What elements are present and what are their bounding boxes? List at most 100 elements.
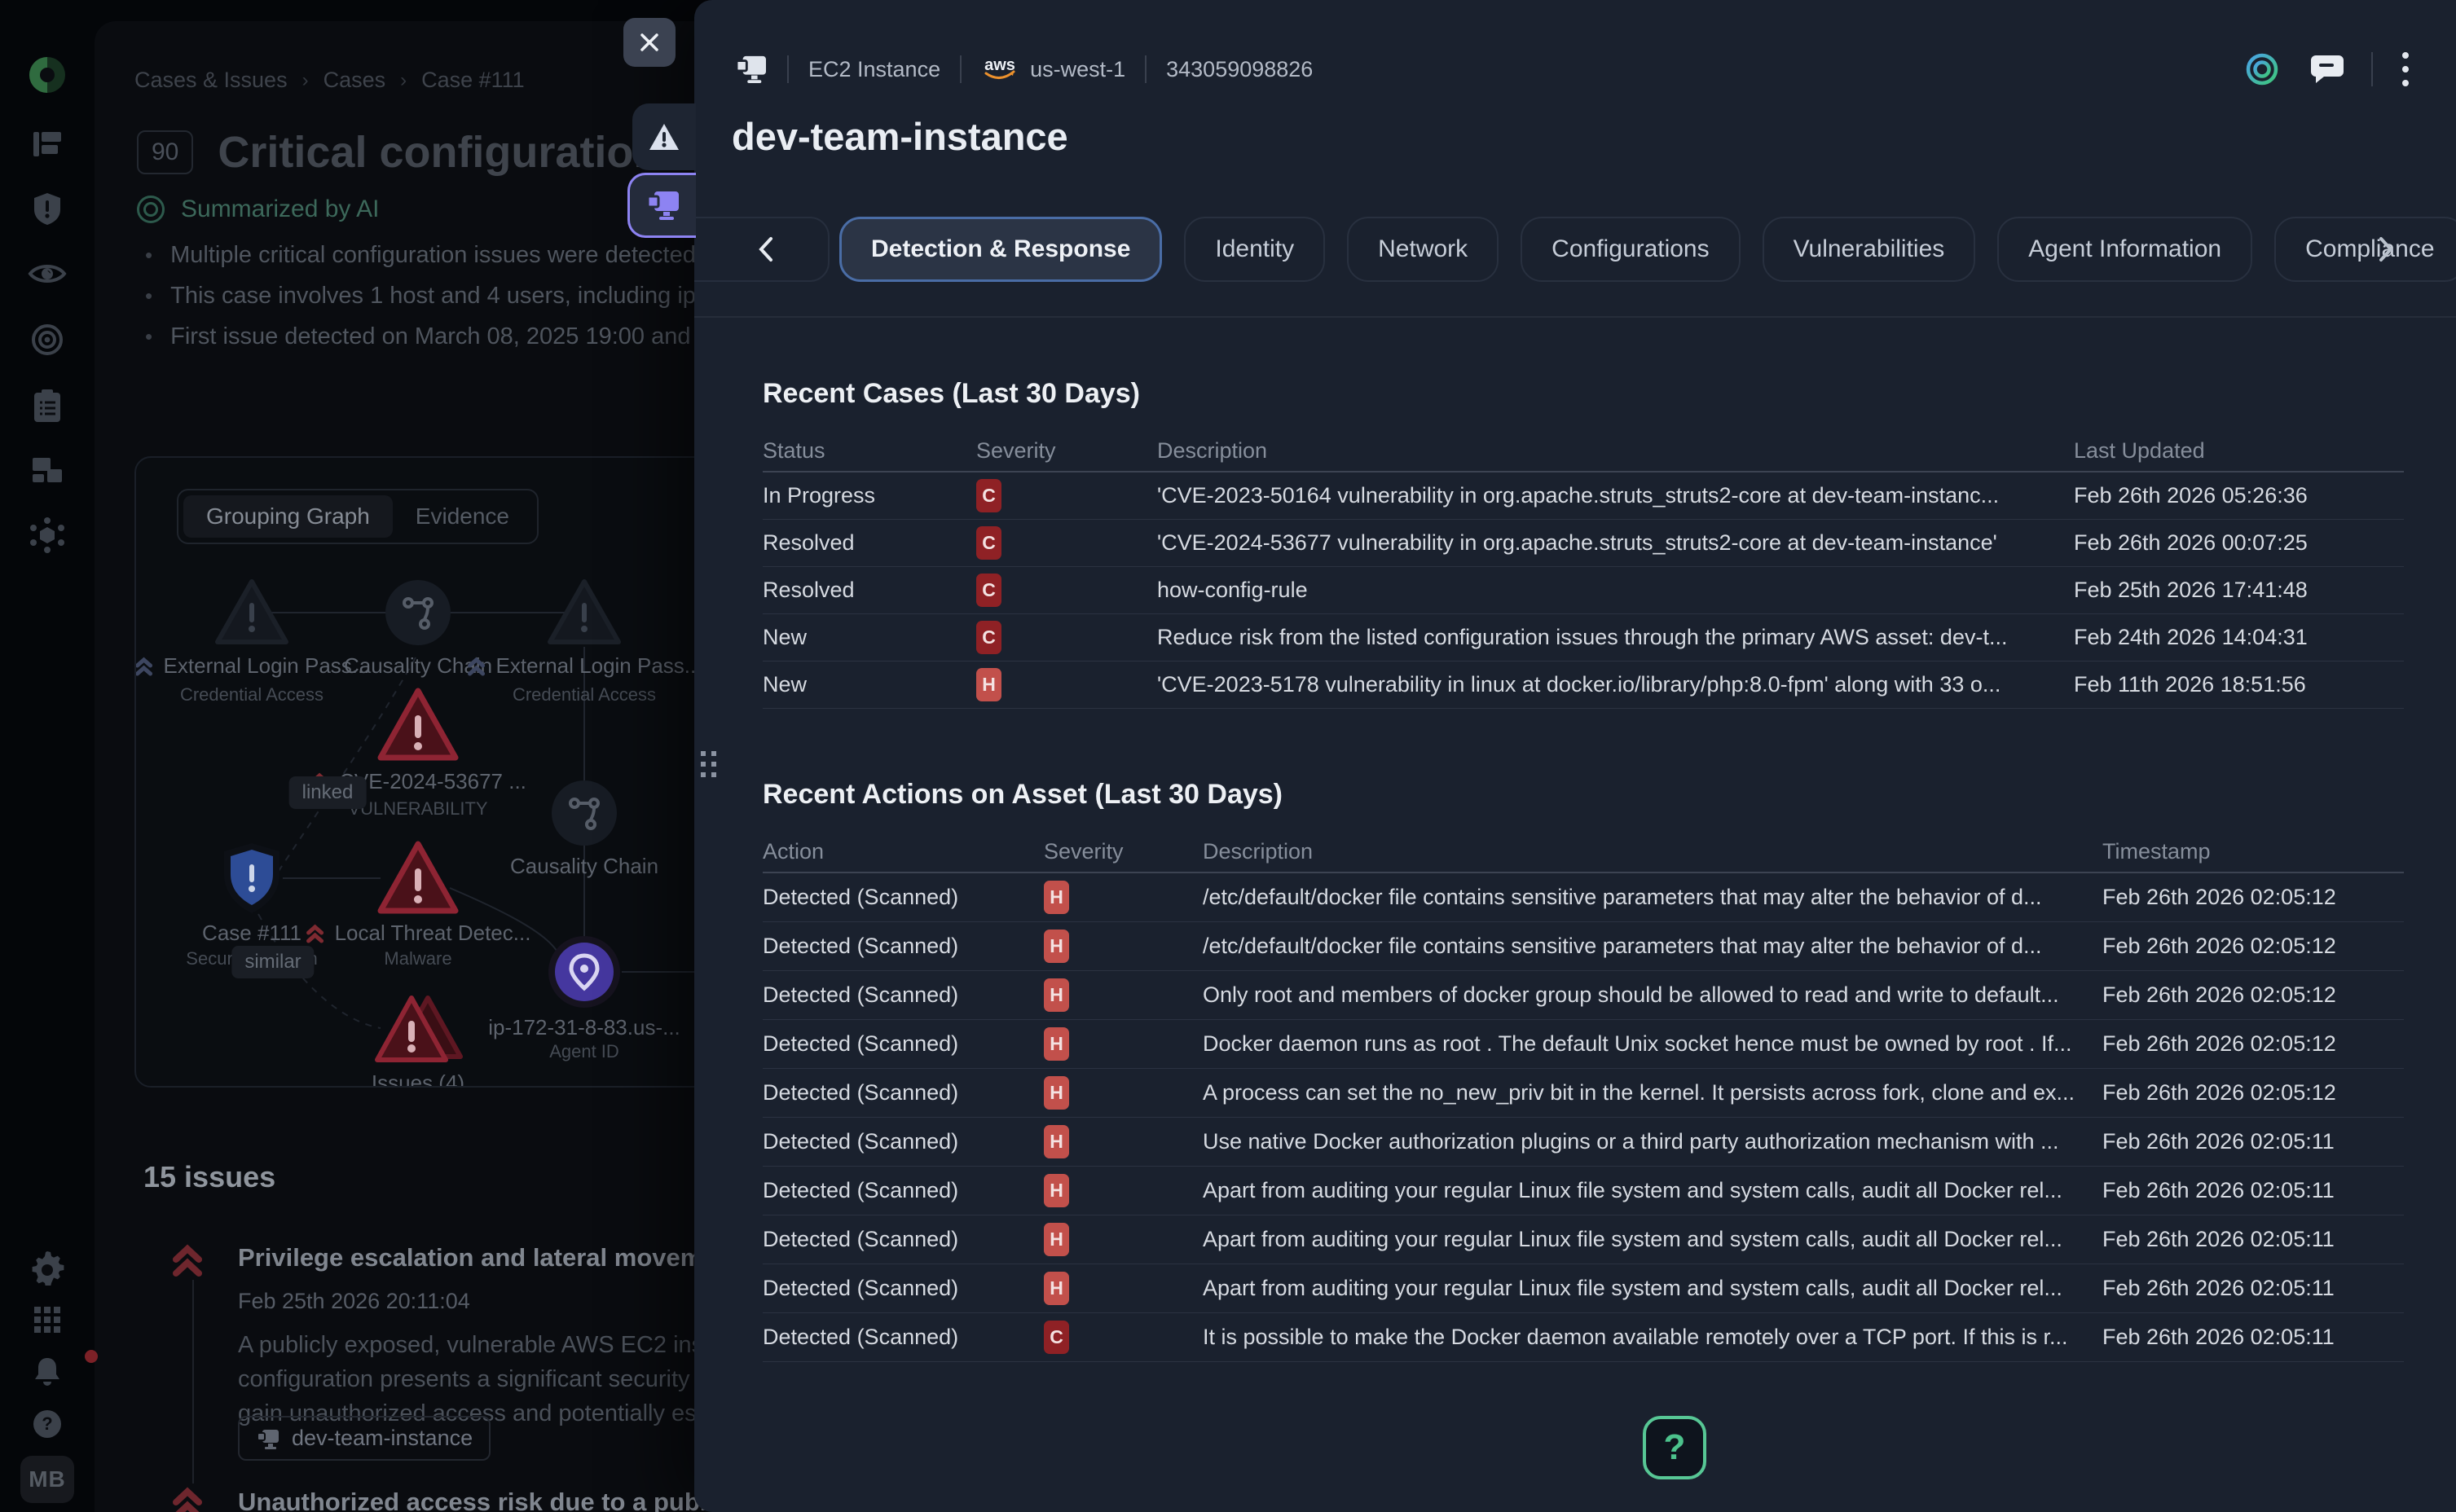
severity-cell: H	[1044, 1174, 1203, 1207]
asset-meta-header: EC2 Instance aws us-west-1 343059098826	[735, 47, 1313, 91]
description-cell: 'CVE-2024-53677 vulnerability in org.apa…	[1157, 530, 2074, 556]
graph-node-label: ip-172-31-8-83.us-...	[488, 1015, 680, 1040]
graph-node-malware[interactable]	[372, 837, 464, 919]
breadcrumb-cases-issues[interactable]: Cases & Issues	[134, 68, 288, 93]
tab-vulnerabilities[interactable]: Vulnerabilities	[1763, 217, 1976, 282]
graph-node-alert[interactable]	[542, 575, 627, 650]
graph-node-causality[interactable]	[382, 577, 454, 648]
graph-node-sublabel: VULNERABILITY	[348, 798, 487, 820]
sidebar-item-visibility[interactable]	[28, 261, 67, 287]
app-logo[interactable]	[25, 53, 69, 97]
tabs-scroll-right-button[interactable]	[2361, 217, 2410, 282]
case-shield-icon	[218, 840, 286, 916]
table-header-row: StatusSeverityDescriptionLast Updated	[763, 430, 2404, 472]
attack-surface-icon	[29, 516, 66, 554]
table-row[interactable]: Detected (Scanned)HDocker daemon runs as…	[763, 1020, 2404, 1069]
table-row[interactable]: Detected (Scanned)HApart from auditing y…	[763, 1167, 2404, 1215]
tab-identity[interactable]: Identity	[1184, 217, 1325, 282]
table-row[interactable]: Detected (Scanned)H/etc/default/docker f…	[763, 922, 2404, 971]
graph-node-label: Case #111	[202, 921, 301, 946]
table-row[interactable]: Detected (Scanned)HApart from auditing y…	[763, 1215, 2404, 1264]
breadcrumb-cases[interactable]: Cases	[324, 68, 386, 93]
close-drawer-button[interactable]	[623, 18, 676, 67]
severity-cell: H	[1044, 1125, 1203, 1158]
column-header: Status	[763, 438, 976, 464]
severity-badge: H	[1044, 1125, 1069, 1158]
sidebar-item-notifications[interactable]	[0, 1355, 95, 1389]
sidebar-item-inventory[interactable]	[29, 455, 65, 486]
ai-summary-bullet: •First issue detected on March 08, 2025 …	[145, 316, 730, 357]
drawer-resize-handle[interactable]	[701, 751, 716, 777]
last-updated-cell: Feb 24th 2026 14:04:31	[2074, 625, 2404, 650]
table-row[interactable]: Detected (Scanned)HUse native Docker aut…	[763, 1118, 2404, 1167]
tab-agent-information[interactable]: Agent Information	[1997, 217, 2252, 282]
breadcrumb-case-111[interactable]: Case #111	[421, 68, 525, 93]
drawer-side-tab-alert[interactable]	[632, 103, 696, 170]
table-row[interactable]: Detected (Scanned)CIt is possible to mak…	[763, 1313, 2404, 1362]
ai-icon	[137, 196, 165, 223]
tab-grouping-graph[interactable]: Grouping Graph	[183, 495, 393, 538]
severity-badge: C	[976, 574, 1001, 607]
sidebar-item-settings[interactable]	[29, 1250, 65, 1286]
graph-node-agent[interactable]	[545, 933, 623, 1011]
eye-icon	[28, 261, 67, 287]
table-row[interactable]: ResolvedC 'CVE-2024-53677 vulnerability i…	[763, 520, 2404, 567]
sidebar-item-detection[interactable]	[29, 322, 65, 358]
last-updated-cell: Feb 25th 2026 17:41:48	[2074, 578, 2404, 603]
graph-node-issues[interactable]	[369, 990, 467, 1068]
severity-cell: C	[976, 574, 1157, 607]
sidebar-item-compliance[interactable]	[32, 388, 63, 424]
more-options-icon[interactable]	[2399, 49, 2412, 90]
tab-evidence[interactable]: Evidence	[393, 495, 532, 538]
severity-chevrons-icon	[306, 923, 325, 944]
table-row[interactable]: Detected (Scanned)H/etc/default/docker f…	[763, 873, 2404, 922]
table-row[interactable]: Detected (Scanned)HApart from auditing y…	[763, 1264, 2404, 1313]
column-header: Description	[1203, 839, 2102, 864]
tabs-scroll-left-button[interactable]	[742, 217, 790, 282]
tab-network[interactable]: Network	[1347, 217, 1499, 282]
action-cell: Detected (Scanned)	[763, 982, 1044, 1008]
severity-cell: C	[976, 526, 1157, 560]
description-cell: Apart from auditing your regular Linux f…	[1203, 1178, 2102, 1203]
status-cell: Resolved	[763, 530, 976, 556]
table-row[interactable]: ResolvedChow-config-ruleFeb 25th 2026 17…	[763, 567, 2404, 614]
severity-cell: H	[1044, 978, 1203, 1012]
sidebar-item-attack-surface[interactable]	[29, 516, 66, 554]
drawer-side-tab-asset[interactable]	[627, 173, 696, 238]
action-cell: Detected (Scanned)	[763, 1178, 1044, 1203]
help-button[interactable]: ?	[1643, 1416, 1706, 1479]
table-row[interactable]: Detected (Scanned)HA process can set the…	[763, 1069, 2404, 1118]
graph-node-alert[interactable]	[209, 575, 294, 650]
help-circle-icon: ?	[31, 1408, 64, 1440]
table-row[interactable]: In ProgressC'CVE-2023-50164 vulnerabilit…	[763, 472, 2404, 520]
severity-cell: C	[976, 621, 1157, 654]
warning-triangle-icon	[648, 122, 680, 152]
column-header: Timestamp	[2102, 839, 2404, 864]
table-row[interactable]: Detected (Scanned)HOnly root and members…	[763, 971, 2404, 1020]
table-row[interactable]: NewCReduce risk from the listed configur…	[763, 614, 2404, 662]
graph-node-label: Causality Chain	[510, 854, 658, 879]
sidebar-item-apps[interactable]	[31, 1303, 64, 1336]
graph-node-vulnerability[interactable]	[372, 684, 464, 766]
severity-cell: H	[1044, 1027, 1203, 1061]
breadcrumb-separator-icon: ›	[400, 69, 407, 92]
sidebar-item-alerts[interactable]	[31, 191, 64, 226]
instance-monitor-icon	[646, 190, 680, 221]
chat-icon[interactable]	[2309, 52, 2345, 86]
status-cell: New	[763, 625, 976, 650]
asset-tag-chip[interactable]: dev-team-instance	[238, 1416, 491, 1461]
graph-node-case[interactable]	[218, 840, 286, 916]
last-updated-cell: Feb 11th 2026 18:51:56	[2074, 672, 2404, 697]
user-avatar[interactable]: MB	[20, 1456, 74, 1503]
description-cell: Apart from auditing your regular Linux f…	[1203, 1276, 2102, 1301]
last-updated-cell: Feb 26th 2026 00:07:25	[2074, 530, 2404, 556]
tab-detection-response[interactable]: Detection & Response	[839, 217, 1162, 282]
severity-badge: H	[1044, 978, 1069, 1012]
table-row[interactable]: NewH'CVE-2023-5178 vulnerability in linu…	[763, 662, 2404, 709]
sidebar-item-boards[interactable]	[30, 127, 64, 161]
graph-node-causality[interactable]	[548, 777, 620, 849]
tab-configurations[interactable]: Configurations	[1521, 217, 1740, 282]
severity-badge: C	[976, 526, 1001, 560]
sidebar-item-help[interactable]: ?	[31, 1408, 64, 1440]
ai-assistant-icon[interactable]	[2241, 48, 2283, 90]
